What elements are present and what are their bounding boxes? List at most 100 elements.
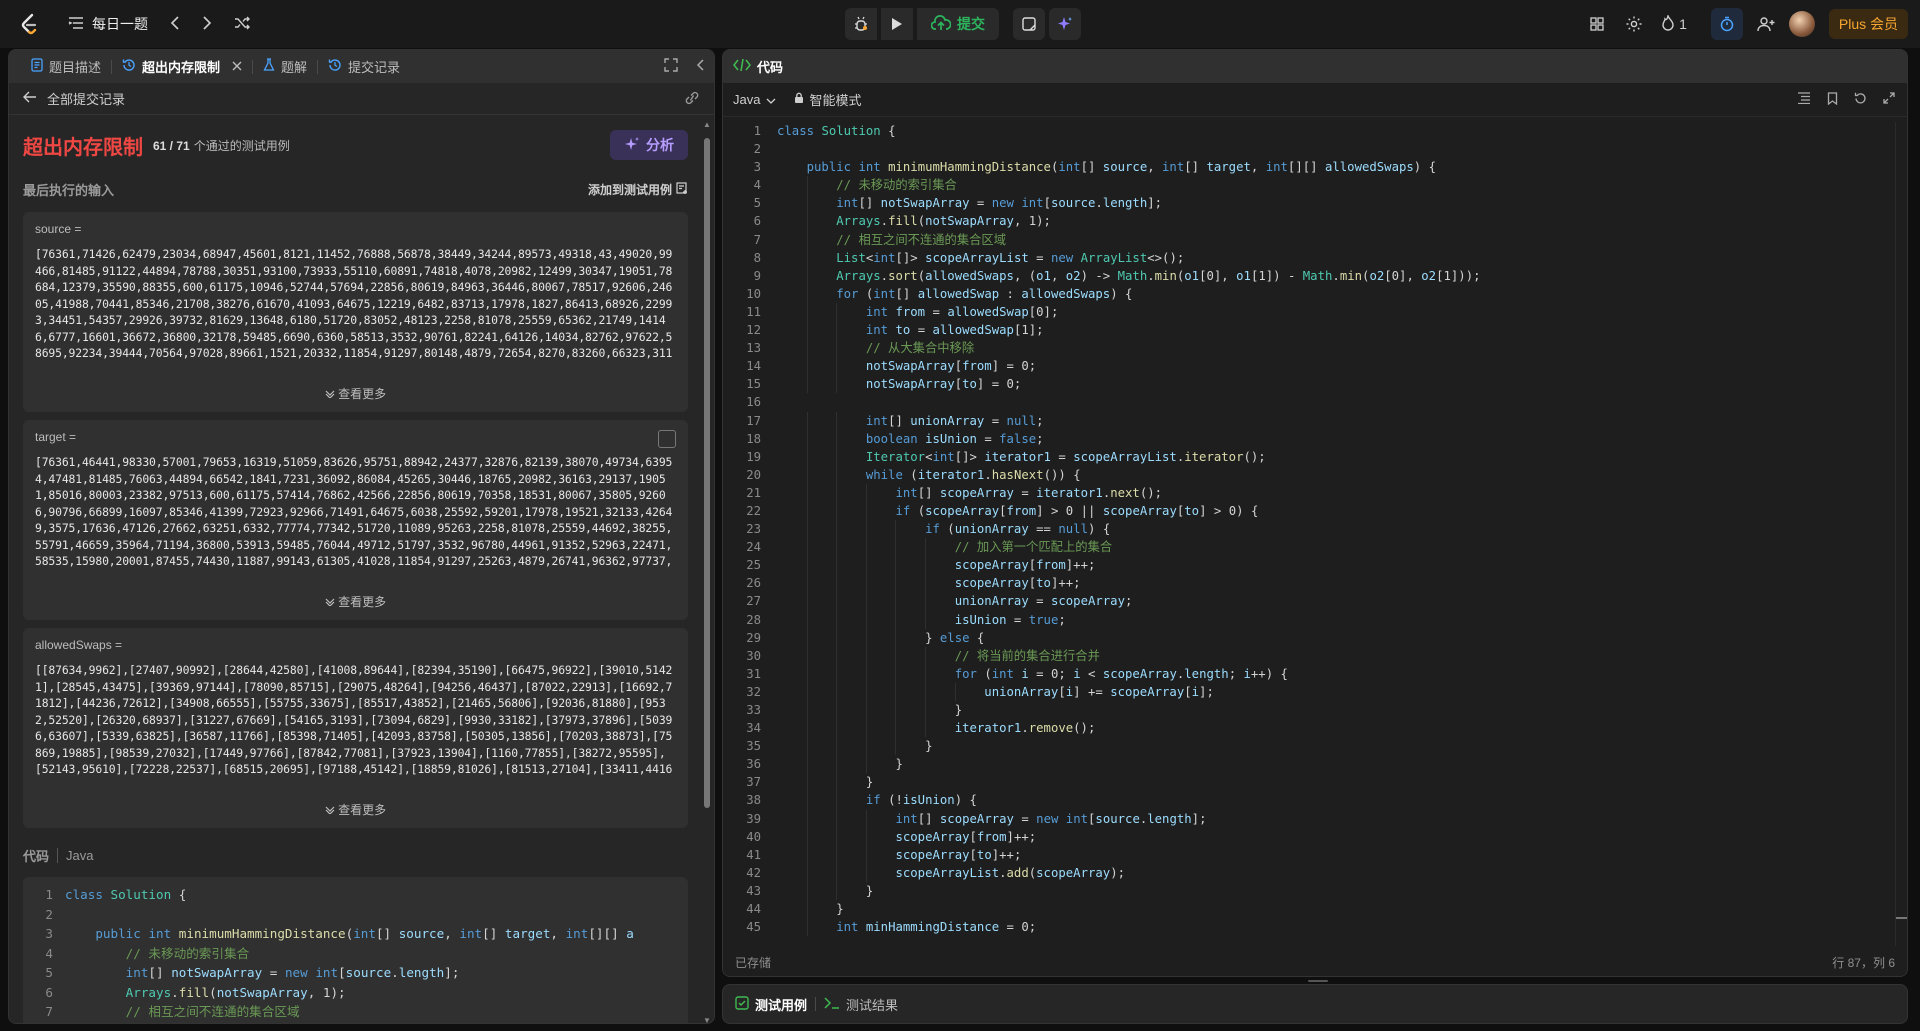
code-line[interactable]: 16 <box>723 393 1899 411</box>
collapse-panel-icon[interactable] <box>696 59 704 74</box>
code-line[interactable]: 21 int[] scopeArray = iterator1.next(); <box>723 483 1899 502</box>
language-select[interactable]: Java <box>733 92 776 107</box>
code-line[interactable]: 2 <box>723 140 1899 158</box>
code-line[interactable]: 9 Arrays.sort(allowedSwaps, (o1, o2) -> … <box>723 266 1899 285</box>
streak-fire-button[interactable]: 1 <box>1661 9 1687 39</box>
next-problem-icon[interactable] <box>202 14 212 35</box>
code-line[interactable]: 41 scopeArray[to]++; <box>723 845 1899 864</box>
code-line[interactable]: 39 int[] scopeArray = new int[source.len… <box>723 809 1899 828</box>
expand-icon[interactable] <box>1883 92 1895 108</box>
code-text: Iterator<int[]> iterator1 = scopeArrayLi… <box>761 447 1266 466</box>
submit-button[interactable]: 提交 <box>917 8 999 40</box>
code-line[interactable]: 42 scopeArrayList.add(scopeArray); <box>723 863 1899 882</box>
tab-submissions[interactable]: 提交记录 <box>318 50 410 83</box>
code-line[interactable]: 7 // 相互之间不连通的集合区域 <box>723 230 1899 249</box>
back-to-submissions[interactable]: 全部提交记录 <box>9 83 714 115</box>
code-line[interactable]: 27 unionArray = scopeArray; <box>723 592 1899 611</box>
add-friend-icon[interactable] <box>1757 9 1775 39</box>
prev-problem-icon[interactable] <box>170 14 180 35</box>
ai-sparkle-icon[interactable] <box>1049 8 1081 40</box>
code-line[interactable]: 10 for (int[] allowedSwap : allowedSwaps… <box>723 284 1899 303</box>
scrollbar-thumb[interactable] <box>704 138 710 808</box>
line-number: 42 <box>746 865 761 880</box>
see-more-button[interactable]: 查看更多 <box>23 593 688 610</box>
user-avatar[interactable] <box>1788 11 1815 37</box>
code-line[interactable]: 29 } else { <box>723 628 1899 647</box>
see-more-button[interactable]: 查看更多 <box>23 385 688 402</box>
shuffle-icon[interactable] <box>234 14 250 35</box>
smart-mode-toggle[interactable]: 智能模式 <box>794 90 861 109</box>
reset-icon[interactable] <box>1854 92 1867 108</box>
tab-description[interactable]: 题目描述 <box>21 50 111 83</box>
analyze-button[interactable]: 分析 <box>610 130 688 160</box>
line-number: 8 <box>753 250 761 265</box>
plus-membership-button[interactable]: Plus 会员 <box>1828 9 1908 39</box>
copy-icon[interactable] <box>658 430 676 448</box>
code-line[interactable]: 18 boolean isUnion = false; <box>723 429 1899 448</box>
code-line[interactable]: 40 scopeArray[from]++; <box>723 827 1899 846</box>
leetcode-logo-icon[interactable] <box>18 13 40 35</box>
code-line[interactable]: 25 scopeArray[from]++; <box>723 556 1899 575</box>
link-icon[interactable] <box>684 91 700 108</box>
code-line[interactable]: 38 if (!isUnion) { <box>723 791 1899 810</box>
code-line[interactable]: 31 for (int i = 0; i < scopeArray.length… <box>723 664 1899 683</box>
left-scrollbar[interactable]: ▲ ▼ <box>703 120 711 1023</box>
submitted-code-block[interactable]: 1 class Solution {2 3 public int minimumHa… <box>23 877 688 1023</box>
code-line[interactable]: 15 notSwapArray[to] = 0; <box>723 375 1899 394</box>
settings-gear-icon[interactable] <box>1625 9 1643 39</box>
code-line[interactable]: 30 // 将当前的集合进行合并 <box>723 646 1899 665</box>
code-line[interactable]: 4 // 未移动的索引集合 <box>723 176 1899 195</box>
code-line[interactable]: 32 unionArray[i] += scopeArray[i]; <box>723 682 1899 701</box>
scroll-up-icon[interactable]: ▲ <box>703 120 711 129</box>
code-line[interactable]: 20 while (iterator1.hasNext()) { <box>723 465 1899 484</box>
tab-test-results[interactable]: 测试结果 <box>824 995 898 1014</box>
panel-resize-handle[interactable] <box>1308 980 1328 982</box>
format-icon[interactable] <box>1797 92 1811 108</box>
timer-icon[interactable] <box>1710 8 1743 40</box>
code-line[interactable]: 34 iterator1.remove(); <box>723 719 1899 738</box>
debug-icon[interactable] <box>845 8 877 40</box>
tab-submission-result[interactable]: 超出内存限制 <box>112 50 252 83</box>
code-line[interactable]: 14 notSwapArray[from] = 0; <box>723 357 1899 376</box>
code-line[interactable]: 1 class Solution { <box>723 122 1899 140</box>
code-line[interactable]: 8 List<int[]> scopeArrayList = new Array… <box>723 248 1899 267</box>
code-line[interactable]: 5 int[] notSwapArray = new int[source.le… <box>723 194 1899 213</box>
tab-testcases[interactable]: 测试用例 <box>735 995 807 1014</box>
code-line[interactable]: 36 } <box>723 755 1899 774</box>
code-line[interactable]: 28 isUnion = true; <box>723 610 1899 629</box>
close-tab-icon[interactable] <box>232 59 242 74</box>
code-editor[interactable]: 1 class Solution {2 3 public int minimumHa… <box>723 122 1899 946</box>
code-line[interactable]: 6 Arrays.fill(notSwapArray, 1); <box>723 212 1899 231</box>
code-line[interactable]: 45 int minHammingDistance = 0; <box>723 918 1899 937</box>
tab-solutions[interactable]: 题解 <box>253 50 317 83</box>
code-line[interactable]: 35 } <box>723 737 1899 756</box>
code-line[interactable]: 26 scopeArray[to]++; <box>723 574 1899 593</box>
notes-icon[interactable] <box>1013 8 1045 40</box>
code-line[interactable]: 17 int[] unionArray = null; <box>723 411 1899 430</box>
run-icon[interactable] <box>881 8 913 40</box>
code-line[interactable]: 19 Iterator<int[]> iterator1 = scopeArra… <box>723 447 1899 466</box>
see-more-button[interactable]: 查看更多 <box>23 801 688 818</box>
result-scroll-area[interactable]: 超出内存限制 61 / 71 个通过的测试用例 分析 最后执行的输入 添加到测试用… <box>9 116 702 1023</box>
code-line[interactable]: 33 } <box>723 701 1899 720</box>
code-line[interactable]: 11 int from = allowedSwap[0]; <box>723 302 1899 322</box>
code-line[interactable]: 24 // 加入第一个匹配上的集合 <box>723 538 1899 557</box>
code-line[interactable]: 23 if (unionArray == null) { <box>723 520 1899 539</box>
code-line[interactable]: 43 } <box>723 881 1899 901</box>
scroll-down-icon[interactable]: ▼ <box>703 1016 711 1023</box>
code-line[interactable]: 3 public int minimumHammingDistance(int[… <box>723 158 1899 176</box>
code-line[interactable]: 37 } <box>723 773 1899 792</box>
problem-list-button[interactable]: 每日一题 <box>68 14 148 34</box>
editor-toolbar: Java 智能模式 <box>723 83 1907 117</box>
editor-scrollbar[interactable] <box>1895 122 1907 946</box>
chevron-down-icon <box>766 92 776 107</box>
code-line[interactable]: 44 } <box>723 900 1899 919</box>
code-line[interactable]: 12 int to = allowedSwap[1]; <box>723 321 1899 340</box>
layout-grid-icon[interactable] <box>1589 9 1605 39</box>
code-line[interactable]: 22 if (scopeArray[from] > 0 || scopeArra… <box>723 501 1899 521</box>
bookmark-icon[interactable] <box>1827 92 1838 108</box>
add-to-testcase-button[interactable]: 添加到测试用例 <box>588 181 688 198</box>
result-testcases: 61 / 71 个通过的测试用例 <box>153 138 290 153</box>
code-line[interactable]: 13 // 从大集合中移除 <box>723 339 1899 358</box>
fullscreen-icon[interactable] <box>664 58 678 75</box>
